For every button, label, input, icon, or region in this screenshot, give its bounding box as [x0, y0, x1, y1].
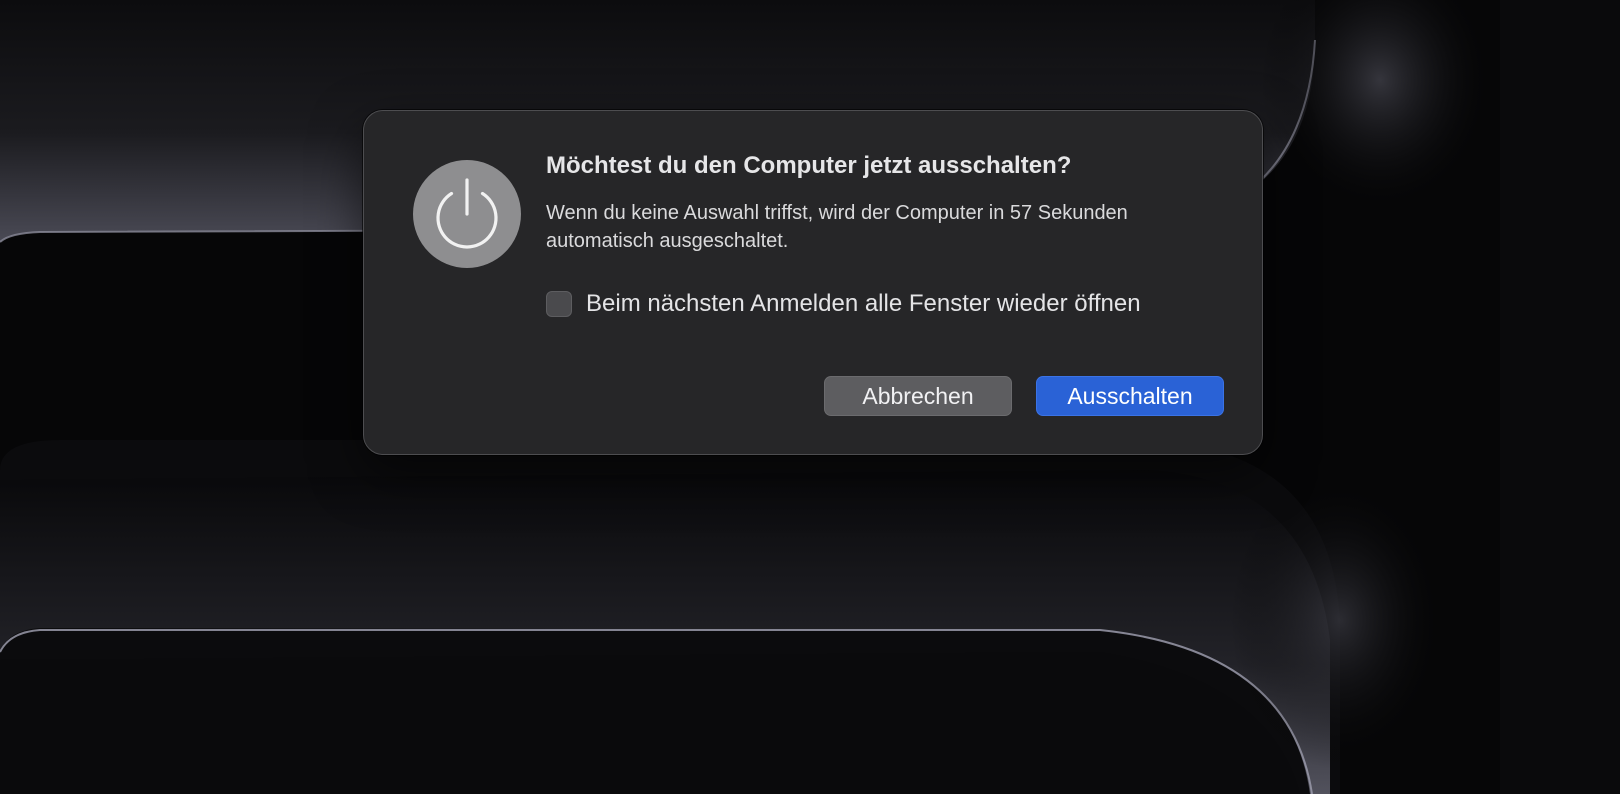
reopen-windows-checkbox[interactable]	[546, 291, 572, 317]
reopen-windows-label[interactable]: Beim nächsten Anmelden alle Fenster wied…	[586, 290, 1141, 318]
reopen-windows-option[interactable]: Beim nächsten Anmelden alle Fenster wied…	[546, 289, 1141, 319]
dialog-message: Wenn du keine Auswahl triffst, wird der …	[546, 202, 1128, 252]
power-icon	[413, 160, 521, 268]
dialog-title: Möchtest du den Computer jetzt ausschalt…	[546, 152, 1072, 179]
shutdown-button[interactable]: Ausschalten	[1036, 376, 1224, 416]
shutdown-dialog: Möchtest du den Computer jetzt ausschalt…	[363, 110, 1263, 455]
cancel-button[interactable]: Abbrechen	[824, 376, 1012, 416]
